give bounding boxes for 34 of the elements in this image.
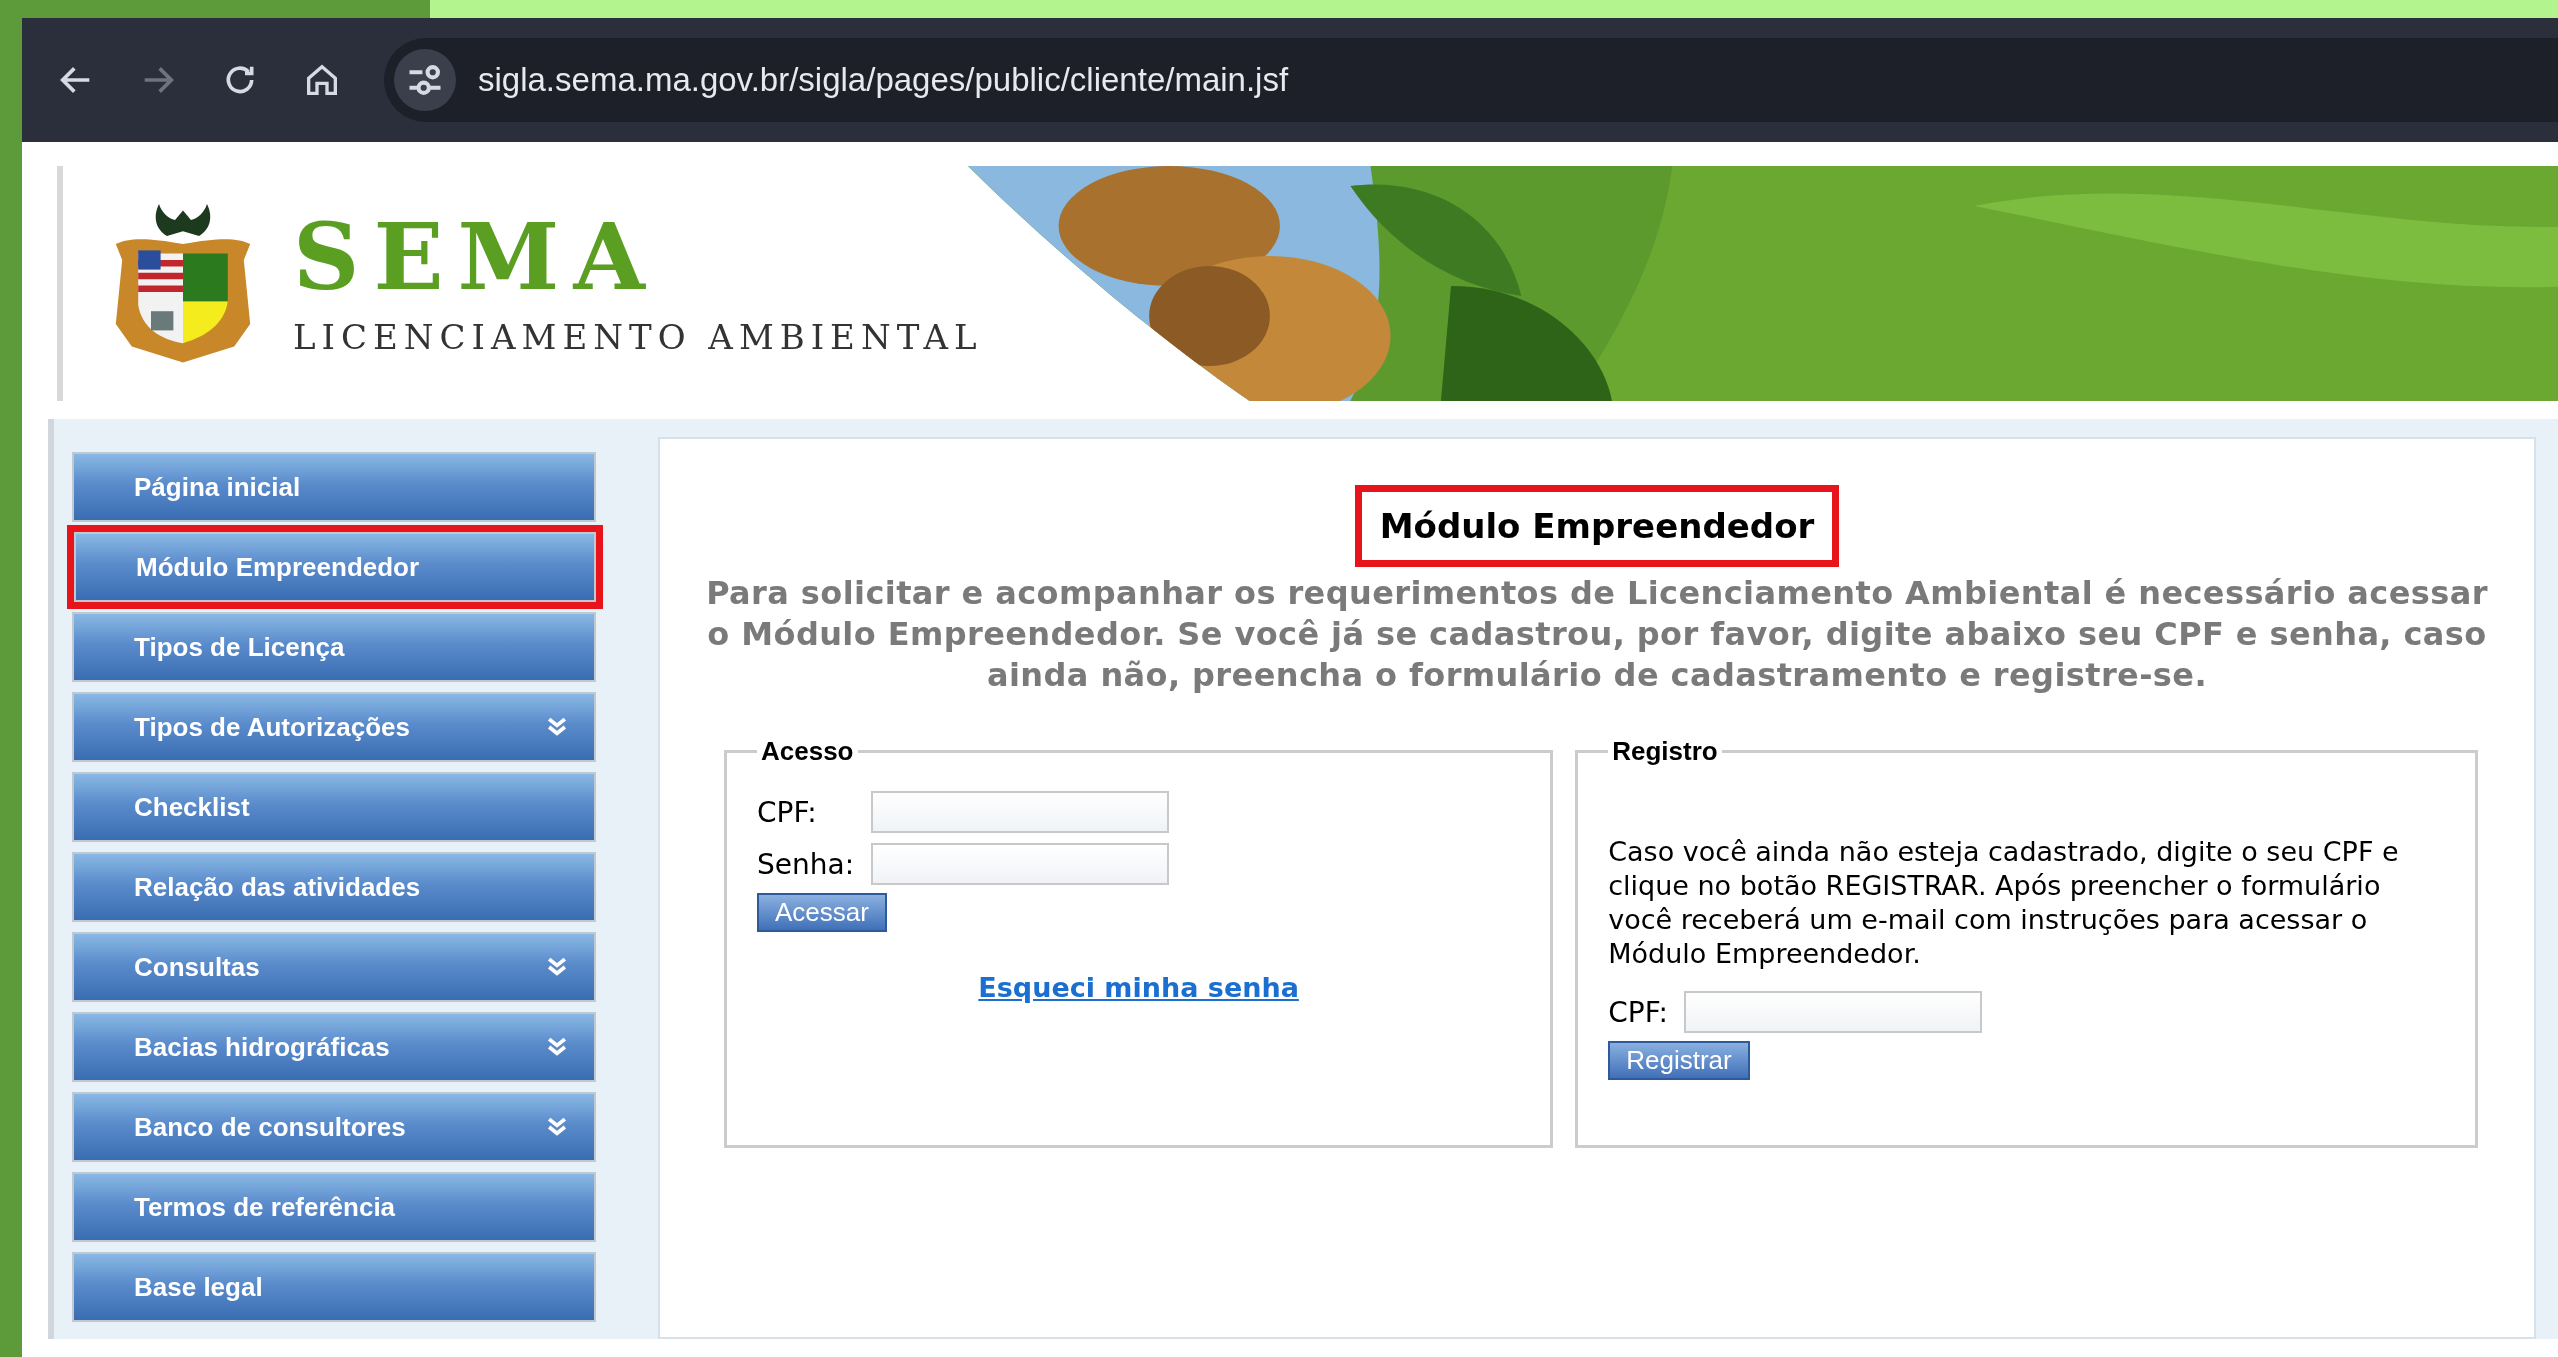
menu-item[interactable]: Bacias hidrográficas — [72, 1012, 596, 1082]
double-chevron-icon — [546, 956, 568, 978]
menu-item[interactable]: Relação das atividades — [72, 852, 596, 922]
register-instructions: Caso você ainda não esteja cadastrado, digite o seu CPF e clique no botão REGISTRAR. Após preencher o formulário você receberá um e-mail com instruções para acessar o Módulo Empreendedor. — [1608, 835, 2400, 971]
site-settings-icon[interactable] — [394, 49, 456, 111]
menu-item[interactable]: Página inicial — [72, 452, 596, 522]
menu-item[interactable]: Checklist — [72, 772, 596, 842]
menu-item[interactable]: Banco de consultores — [72, 1092, 596, 1162]
address-bar[interactable]: sigla.sema.ma.gov.br/sigla/pages/public/cliente/main.jsf — [384, 38, 2558, 122]
login-button[interactable]: Acessar — [757, 893, 887, 932]
page-title: Módulo Empreendedor — [1354, 485, 1840, 567]
menu-item[interactable]: Tipos de Autorizações — [72, 692, 596, 762]
double-chevron-icon — [546, 1116, 568, 1138]
menu-item[interactable]: Tipos de Licença — [72, 612, 596, 682]
panel-legend: Acesso — [757, 736, 858, 767]
menu-item[interactable]: Base legal — [72, 1252, 596, 1322]
field-label: Senha: — [757, 847, 856, 881]
register-button[interactable]: Registrar — [1608, 1041, 1750, 1080]
input-field[interactable] — [871, 843, 1169, 885]
menu-item[interactable]: Módulo Empreendedor — [74, 532, 596, 602]
panel-legend: Registro — [1608, 736, 1722, 767]
field-label: CPF: — [757, 795, 818, 829]
site-title: SEMA — [293, 210, 660, 303]
menu-item[interactable]: Consultas — [72, 932, 596, 1002]
input-field[interactable] — [1684, 991, 1983, 1033]
menu-item[interactable]: Termos de referência — [72, 1172, 596, 1242]
intro-paragraph: Para solicitar e acompanhar os requerimentos de Licenciamento Ambiental é necessário acessar o Módulo Empreendedor. Se você já se cadastrou, por favor, digite abaixo seu CPF e senha, caso ainda não, preencha o formulário de cadastramento e registre-se. — [705, 573, 2489, 696]
site-subtitle: LICENCIAMENTO AMBIENTAL — [293, 316, 983, 357]
double-chevron-icon — [546, 1036, 568, 1058]
url-text: sigla.sema.ma.gov.br/sigla/pages/public/cliente/main.jsf — [478, 61, 1289, 99]
field-label: CPF: — [1608, 995, 1670, 1029]
input-field[interactable] — [871, 791, 1169, 833]
double-chevron-icon — [546, 716, 568, 738]
forgot-password-link[interactable]: Esqueci minha senha — [978, 972, 1299, 1003]
